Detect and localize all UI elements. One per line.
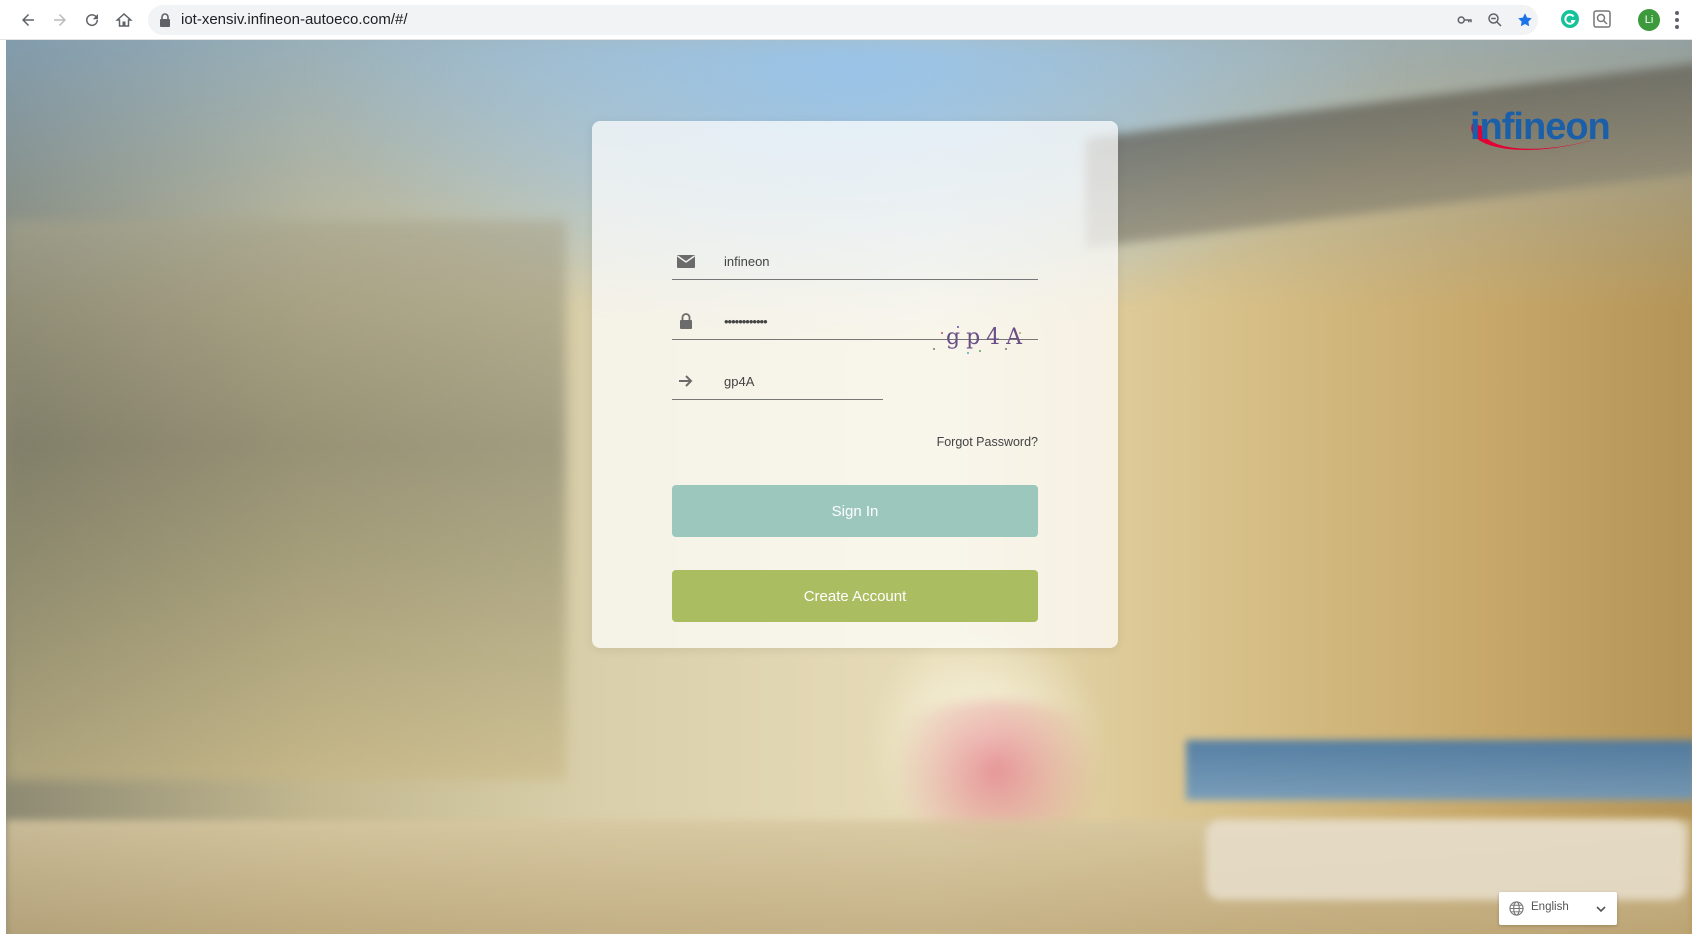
background-sofa [1206,820,1686,900]
infineon-logo: infineon [1460,96,1611,170]
url-text: iot-xensiv.infineon-autoeco.com/#/ [181,11,408,28]
logo-text: infineon [1470,106,1611,148]
language-selector[interactable]: English [1499,892,1617,925]
language-label: English [1531,901,1569,913]
key-icon[interactable] [1456,11,1474,29]
browser-toolbar: iot-xensiv.infineon-autoeco.com/#/ Li [0,0,1692,40]
forward-icon[interactable] [48,8,72,32]
lock-icon [160,13,170,27]
home-icon[interactable] [112,8,136,32]
forgot-password-link[interactable]: Forgot Password? [937,435,1038,449]
arrow-right-icon [679,375,693,387]
globe-icon [1509,901,1524,916]
username-input[interactable] [724,249,1024,273]
background-building [6,220,566,780]
captcha-field [672,365,883,400]
mail-icon [677,255,695,268]
page-background: infineon infineon •••••••••••• gp4A gp4A… [6,40,1692,934]
captcha-input[interactable] [724,369,874,393]
back-icon[interactable] [16,8,40,32]
lock-field-icon [680,313,692,329]
profile-avatar[interactable]: Li [1638,9,1660,31]
sign-in-button[interactable]: Sign In [672,485,1038,537]
search-extension-icon[interactable] [1592,9,1612,29]
reload-icon[interactable] [80,8,104,32]
captcha-image[interactable]: gp4A [928,319,1028,359]
background-flowers [866,700,1126,840]
username-field [672,245,1038,280]
grammarly-icon[interactable] [1560,9,1580,29]
captcha-text: gp4A [946,325,1029,350]
chevron-down-icon [1596,906,1606,913]
create-account-button[interactable]: Create Account [672,570,1038,622]
zoom-icon[interactable] [1486,11,1504,29]
login-card: gp4A Forgot Password? Sign In Create Acc… [592,121,1118,648]
background-sea [1186,740,1692,800]
star-icon[interactable] [1516,11,1534,29]
address-bar[interactable]: iot-xensiv.infineon-autoeco.com/#/ [148,5,1538,35]
menu-dots-icon[interactable] [1674,10,1680,30]
